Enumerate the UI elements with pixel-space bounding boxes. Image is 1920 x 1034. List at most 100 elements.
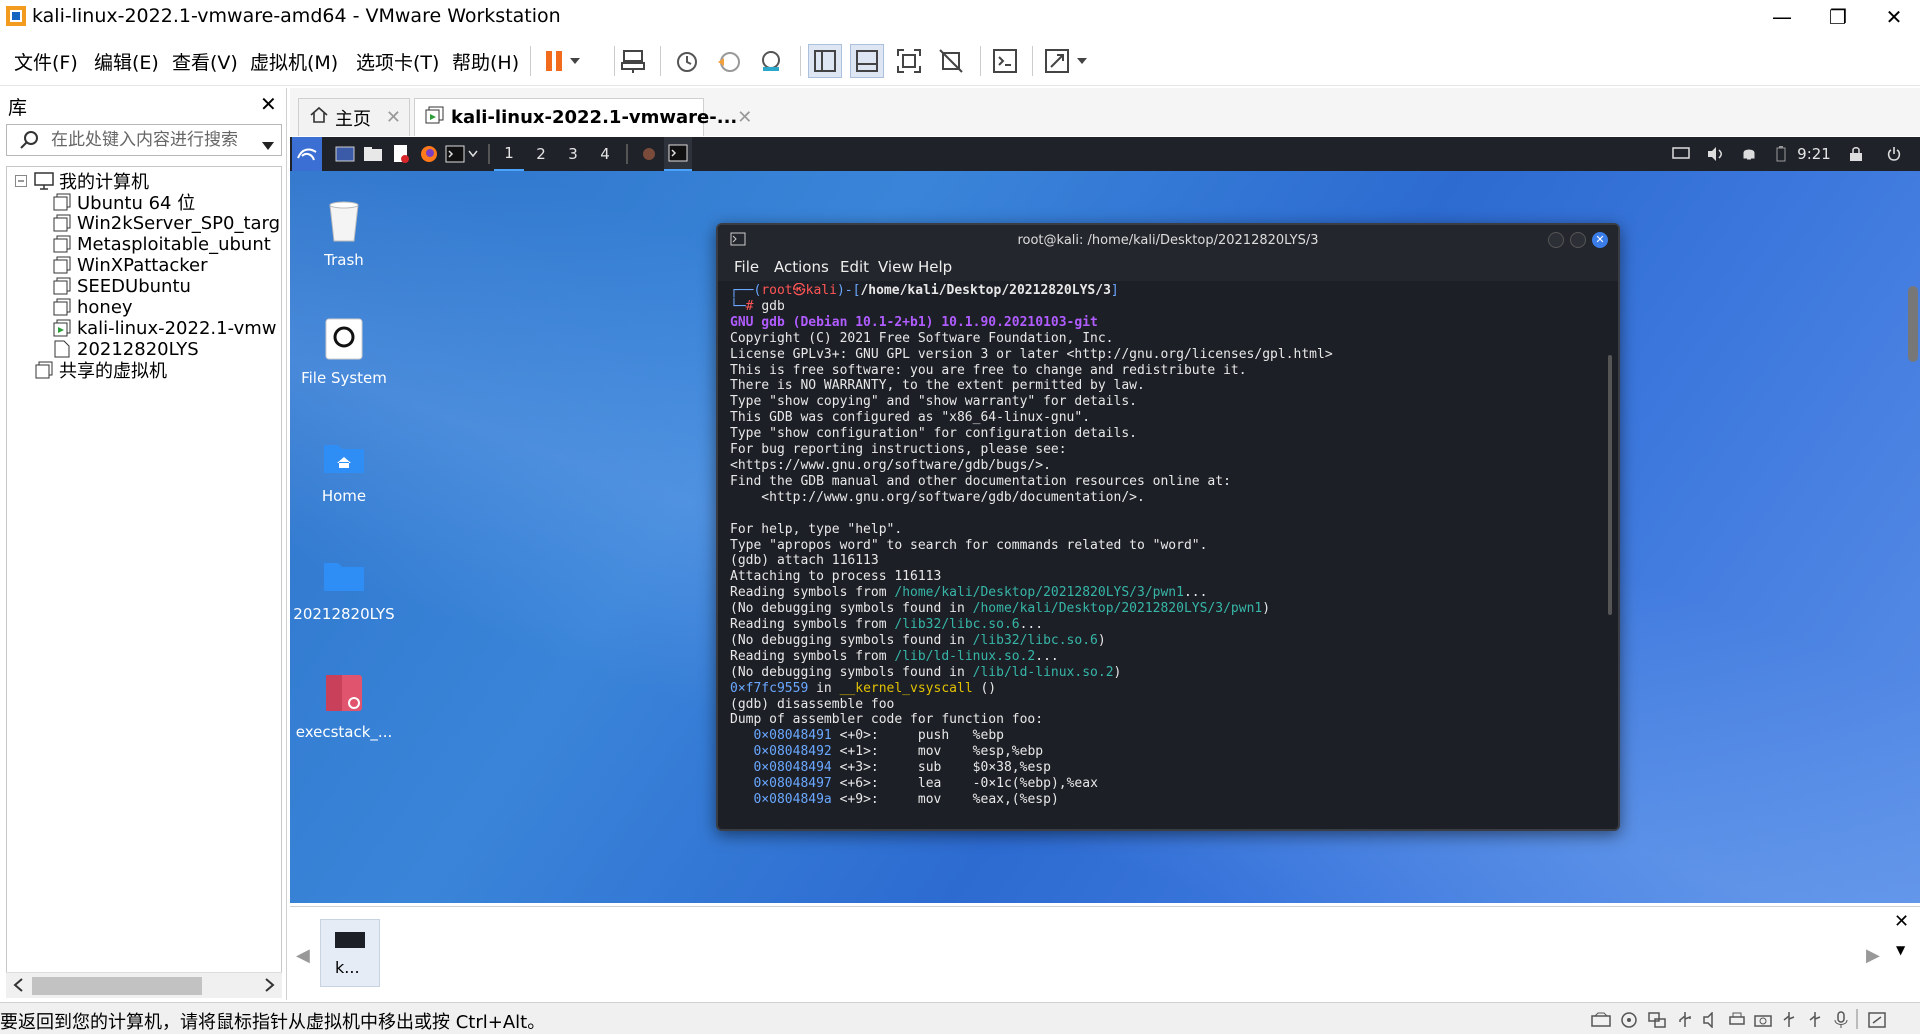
thumbnail-label: k... bbox=[335, 958, 360, 977]
taskbar-firefox-icon[interactable] bbox=[636, 137, 662, 171]
collapse-icon[interactable] bbox=[13, 170, 29, 192]
minimize-button[interactable]: — bbox=[1754, 0, 1810, 34]
tab-close-icon[interactable]: ✕ bbox=[386, 107, 401, 128]
prompt-hash: # bbox=[745, 298, 762, 314]
printer-icon[interactable] bbox=[1726, 1009, 1748, 1031]
terminal-window[interactable]: root@kali: /home/kali/Desktop/20212820LY… bbox=[716, 223, 1620, 831]
revert-snapshot-icon[interactable] bbox=[712, 44, 746, 78]
terminal-output[interactable]: ┌──(root㉿kali)-[/home/kali/Desktop/20212… bbox=[730, 283, 1590, 823]
prompt-corner: ┌──( bbox=[730, 283, 762, 298]
thumbnail-bar-close-icon[interactable]: ✕ bbox=[1894, 911, 1909, 932]
sound-card-icon[interactable] bbox=[1700, 1009, 1722, 1031]
snapshot-manager-icon[interactable] bbox=[754, 44, 788, 78]
menu-view[interactable]: 查看(V) bbox=[172, 48, 238, 75]
menu-vm[interactable]: 虚拟机(M) bbox=[250, 48, 338, 75]
terminal-minimize-button[interactable] bbox=[1548, 232, 1564, 248]
workspace-1[interactable]: 1 bbox=[494, 137, 524, 171]
vm-vertical-scrollbar[interactable] bbox=[1908, 286, 1918, 362]
scroll-right-icon[interactable] bbox=[264, 977, 276, 998]
notifications-bell-icon[interactable] bbox=[1736, 137, 1762, 171]
thumb-scroll-left-icon[interactable]: ◀ bbox=[296, 945, 310, 966]
desktop-icon-folder[interactable]: 20212820LYS bbox=[290, 551, 404, 623]
library-horizontal-scrollbar[interactable] bbox=[6, 972, 282, 998]
clock[interactable]: 9:21 bbox=[1794, 137, 1834, 171]
snapshot-icon[interactable] bbox=[670, 44, 704, 78]
tab-vm[interactable]: kali-linux-2022.1-vmware-... ✕ bbox=[414, 98, 752, 136]
tab-close-icon[interactable]: ✕ bbox=[737, 107, 752, 128]
volume-icon[interactable] bbox=[1702, 137, 1728, 171]
close-window-button[interactable]: ✕ bbox=[1866, 0, 1920, 34]
asm-op: push bbox=[917, 728, 950, 744]
menu-help[interactable]: 帮助(H) bbox=[452, 48, 519, 75]
terminal-menu-file[interactable]: File bbox=[734, 258, 759, 276]
desktop-icon-home[interactable]: Home bbox=[290, 433, 404, 505]
menu-bar: 文件(F) 编辑(E) 查看(V) 虚拟机(M) 选项卡(T) 帮助(H) bbox=[0, 36, 1920, 86]
show-thumbnail-bar-icon[interactable] bbox=[850, 44, 884, 78]
terminal-menu-view[interactable]: View bbox=[878, 258, 914, 276]
asm-address: 0×08048491 bbox=[753, 728, 832, 744]
show-library-icon[interactable] bbox=[808, 44, 842, 78]
vm-thumbnail[interactable]: k... bbox=[320, 919, 380, 987]
terminal-titlebar[interactable]: root@kali: /home/kali/Desktop/20212820LY… bbox=[718, 225, 1618, 255]
menu-tabs[interactable]: 选项卡(T) bbox=[356, 48, 439, 75]
power-icon[interactable] bbox=[1882, 137, 1906, 171]
output-line: This GDB was configured as "x86_64-linux… bbox=[730, 410, 1091, 426]
workspace-4[interactable]: 4 bbox=[590, 137, 620, 171]
display-icon[interactable] bbox=[1668, 137, 1694, 171]
workspace-2[interactable]: 2 bbox=[526, 137, 556, 171]
asm-op: mov bbox=[917, 744, 942, 760]
taskbar-terminal-icon[interactable] bbox=[664, 137, 692, 171]
terminal-maximize-button[interactable] bbox=[1570, 232, 1586, 248]
scroll-thumb[interactable] bbox=[32, 977, 202, 995]
desktop-icon-trash[interactable]: Trash bbox=[290, 197, 404, 269]
menu-file[interactable]: 文件(F) bbox=[14, 48, 78, 75]
camera-icon[interactable] bbox=[1752, 1009, 1774, 1031]
output-text: Reading symbols from bbox=[730, 585, 895, 601]
scroll-left-icon[interactable] bbox=[12, 977, 24, 998]
terminal-scrollbar[interactable] bbox=[1608, 355, 1612, 615]
stretch-guest-icon[interactable] bbox=[1040, 44, 1096, 78]
thumb-scroll-right-icon[interactable]: ▶ bbox=[1866, 945, 1880, 966]
terminal-menu-help[interactable]: Help bbox=[918, 258, 952, 276]
restore-button[interactable]: ❐ bbox=[1810, 0, 1866, 34]
tab-home[interactable]: 主页 ✕ bbox=[298, 98, 410, 136]
search-dropdown-chevron-down-icon[interactable] bbox=[261, 135, 275, 156]
console-view-icon[interactable] bbox=[988, 44, 1022, 78]
text-editor-icon[interactable] bbox=[388, 137, 414, 171]
pause-button[interactable] bbox=[538, 44, 586, 78]
terminal-close-icon[interactable]: ✕ bbox=[1592, 232, 1608, 248]
desktop-icon-file-system[interactable]: File System bbox=[290, 315, 404, 387]
menu-edit[interactable]: 编辑(E) bbox=[94, 48, 159, 75]
firefox-icon[interactable] bbox=[416, 137, 442, 171]
vm-screen[interactable]: 1 2 3 4 9:21 Trash File System Home 2021… bbox=[290, 137, 1920, 903]
terminal-menu-actions[interactable]: Actions bbox=[774, 258, 829, 276]
usb-icon[interactable] bbox=[1674, 1009, 1696, 1031]
library-close-button[interactable]: ✕ bbox=[260, 92, 277, 116]
thumbnail-bar-menu-chevron-down-icon[interactable]: ▼ bbox=[1896, 943, 1905, 957]
full-screen-icon[interactable] bbox=[892, 44, 926, 78]
microphone-icon[interactable] bbox=[1830, 1009, 1852, 1031]
tree-item-shared-vms[interactable]: 共享的虚拟机 bbox=[33, 357, 167, 383]
send-ctrl-alt-del-icon[interactable] bbox=[616, 44, 650, 78]
unity-mode-icon[interactable] bbox=[934, 44, 968, 78]
workspace-3[interactable]: 3 bbox=[558, 137, 588, 171]
cd-dvd-icon[interactable] bbox=[1618, 1009, 1640, 1031]
network-adapter-icon[interactable] bbox=[1646, 1009, 1668, 1031]
status-bar: 要返回到您的计算机，请将鼠标指针从虚拟机中移出或按 Ctrl+Alt。 bbox=[0, 1002, 1920, 1034]
package-icon bbox=[320, 669, 368, 717]
asm-args: -0×1c(%ebp),%eax bbox=[972, 776, 1098, 792]
output-line: (gdb) attach 116113 bbox=[730, 553, 879, 569]
message-log-icon[interactable] bbox=[1866, 1009, 1888, 1031]
kali-menu-icon[interactable] bbox=[292, 137, 322, 171]
file-manager-icon[interactable] bbox=[360, 137, 386, 171]
show-desktop-icon[interactable] bbox=[332, 137, 358, 171]
library-search-input[interactable] bbox=[51, 128, 251, 152]
terminal-menu-edit[interactable]: Edit bbox=[840, 258, 869, 276]
bluetooth-usb-icon[interactable] bbox=[1804, 1009, 1826, 1031]
launcher-chevron-down-icon[interactable] bbox=[466, 137, 480, 171]
lock-icon[interactable] bbox=[1844, 137, 1868, 171]
desktop-icon-execstack[interactable]: execstack_... bbox=[290, 669, 404, 741]
hard-disk-icon[interactable] bbox=[1590, 1009, 1612, 1031]
terminal-launcher-icon[interactable] bbox=[444, 137, 466, 171]
usb-device-icon[interactable] bbox=[1778, 1009, 1800, 1031]
